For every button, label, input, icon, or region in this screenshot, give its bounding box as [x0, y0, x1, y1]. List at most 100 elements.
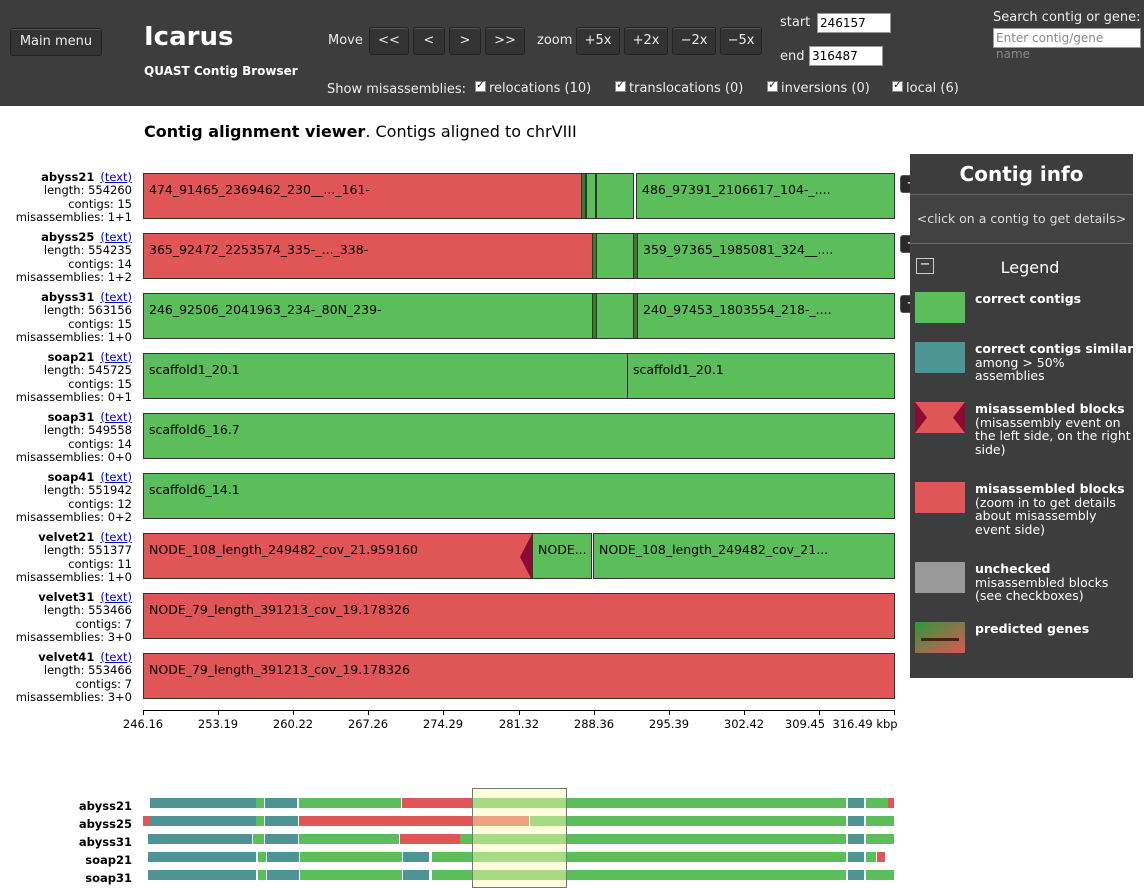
assembly-contigs: contigs: 14: [68, 436, 132, 451]
move-far-right-button[interactable]: >>: [485, 27, 525, 55]
text-link[interactable]: (text): [100, 470, 132, 484]
assembly-contigs: contigs: 15: [68, 316, 132, 331]
viewer-title-bold: Contig alignment viewer: [144, 122, 366, 141]
legend-item-desc: misassembled blocks (see checkboxes): [975, 574, 1109, 603]
search-input[interactable]: Enter contig/gene name: [993, 28, 1141, 61]
zoom-label: zoom: [537, 33, 573, 48]
axis-tick-label: 267.26: [347, 717, 389, 731]
axis-tick-label: 316.49 kbp: [832, 717, 898, 731]
contig-track: 365_92472_2253574_335-_..._338- 359_9736…: [143, 233, 895, 279]
assembly-length: length: 549558: [43, 423, 132, 438]
overview-row-label: soap21: [85, 853, 132, 867]
legend-item-label: predicted genes: [975, 621, 1090, 636]
contig-block[interactable]: NODE...: [532, 533, 592, 579]
zoom-out-5x-button[interactable]: −5x: [720, 27, 762, 55]
contig-track: NODE_108_length_249482_cov_21.959160 NOD…: [143, 533, 895, 579]
contig-block[interactable]: scaffold1_20.1: [143, 353, 628, 399]
contig-block[interactable]: 474_91465_2369462_230__..._161-: [143, 173, 583, 219]
contig-block[interactable]: [596, 173, 634, 219]
unchecked-swatch-icon: [915, 562, 965, 593]
viewer-title: Contig alignment viewer. Contigs aligned…: [144, 122, 577, 141]
predicted-genes-swatch-icon: [915, 622, 965, 653]
assembly-length: length: 554260: [43, 183, 132, 198]
text-link[interactable]: (text): [100, 170, 132, 184]
axis-tick: [293, 710, 294, 715]
contig-block[interactable]: [596, 233, 634, 279]
text-link[interactable]: (text): [100, 650, 132, 664]
assembly-name: velvet31: [38, 590, 95, 604]
contig-track: 246_92506_2041963_234-_80N_239- 240_9745…: [143, 293, 895, 339]
contig-block[interactable]: 486_97391_2106617_104-_....: [636, 173, 895, 219]
zoom-out-2x-button[interactable]: −2x: [672, 27, 716, 55]
checkbox-icon[interactable]: [615, 78, 626, 92]
text-link[interactable]: (text): [100, 350, 132, 364]
axis-tick-label: 295.39: [648, 717, 690, 731]
contig-block[interactable]: NODE_108_length_249482_cov_21.959160: [143, 533, 533, 579]
text-link[interactable]: (text): [100, 590, 132, 604]
move-left-button[interactable]: <: [413, 27, 445, 55]
axis-tick-label: 274.29: [422, 717, 464, 731]
contig-block[interactable]: [596, 293, 634, 339]
contig-block[interactable]: NODE_79_length_391213_cov_19.178326: [143, 653, 895, 699]
axis-tick-label: 309.45: [784, 717, 826, 731]
assembly-label: abyss21 (text) length: 554260 contigs: 15…: [0, 170, 132, 224]
axis-tick-label: 288.36: [573, 717, 615, 731]
overview-viewport-selector[interactable]: [472, 788, 567, 888]
overview-row-label: abyss25: [78, 817, 132, 831]
text-link[interactable]: (text): [100, 230, 132, 244]
zoom-in-2x-button[interactable]: +2x: [624, 27, 668, 55]
text-link[interactable]: (text): [100, 530, 132, 544]
contig-block[interactable]: 240_97453_1803554_218-_....: [637, 293, 895, 339]
axis-tick-label: 246.16: [122, 717, 164, 731]
checkbox-icon[interactable]: [892, 78, 903, 92]
assembly-misassemblies: misassemblies: 1+0: [15, 329, 132, 344]
checkbox-icon[interactable]: [767, 78, 778, 92]
assembly-length: length: 553466: [43, 603, 132, 618]
assembly-misassemblies: misassemblies: 1+2: [15, 269, 132, 284]
overview-minimap[interactable]: abyss21 abyss25 abyss31 soap21 soap31: [0, 786, 1144, 888]
contig-block[interactable]: [586, 173, 596, 219]
contig-block[interactable]: scaffold6_14.1: [143, 473, 895, 519]
contig-block[interactable]: NODE_108_length_249482_cov_21...: [593, 533, 895, 579]
show-misassemblies-label: Show misassemblies:: [327, 82, 467, 97]
legend-collapse-button[interactable]: −: [916, 258, 934, 274]
local-checkbox[interactable]: local (6): [892, 78, 959, 96]
move-far-left-button[interactable]: <<: [369, 27, 409, 55]
assembly-label: soap41 (text) length: 551942 contigs: 12 …: [0, 470, 132, 524]
translocations-checkbox[interactable]: translocations (0): [615, 78, 743, 96]
main-menu-button[interactable]: Main menu: [10, 28, 102, 56]
contig-block[interactable]: 246_92506_2041963_234-_80N_239-: [143, 293, 594, 339]
assembly-label: soap21 (text) length: 545725 contigs: 15 …: [0, 350, 132, 404]
position-axis: 246.16 253.19 260.22 267.26 274.29 281.3…: [123, 710, 898, 734]
assembly-misassemblies: misassemblies: 1+1: [15, 209, 132, 224]
inversions-checkbox[interactable]: inversions (0): [767, 78, 870, 96]
assembly-label: abyss25 (text) length: 554235 contigs: 14…: [0, 230, 132, 284]
axis-tick: [443, 710, 444, 715]
text-link[interactable]: (text): [100, 410, 132, 424]
checkbox-label: relocations (10): [489, 81, 592, 96]
relocations-checkbox[interactable]: relocations (10): [475, 78, 592, 96]
assembly-contigs: contigs: 15: [68, 376, 132, 391]
text-link[interactable]: (text): [100, 290, 132, 304]
move-right-button[interactable]: >: [449, 27, 481, 55]
checkbox-icon[interactable]: [475, 78, 486, 92]
contig-block[interactable]: 359_97365_1985081_324__....: [637, 233, 895, 279]
assembly-label: velvet21 (text) length: 551377 contigs: 1…: [0, 530, 132, 584]
end-input[interactable]: 316487: [809, 46, 883, 66]
search-label: Search contig or gene:: [993, 10, 1141, 25]
assembly-misassemblies: misassemblies: 0+0: [15, 449, 132, 464]
start-input[interactable]: 246157: [817, 13, 891, 33]
contig-block[interactable]: NODE_79_length_391213_cov_19.178326: [143, 593, 895, 639]
assembly-contigs: contigs: 15: [68, 196, 132, 211]
contig-block[interactable]: scaffold1_20.1: [627, 353, 895, 399]
contig-block[interactable]: scaffold6_16.7: [143, 413, 895, 459]
assembly-label: abyss31 (text) length: 563156 contigs: 15…: [0, 290, 132, 344]
checkbox-label: local (6): [906, 81, 959, 96]
assembly-name: abyss25: [41, 230, 95, 244]
start-label: start: [780, 15, 811, 30]
assembly-length: length: 551377: [43, 543, 132, 558]
contig-block[interactable]: 365_92472_2253574_335-_..._338-: [143, 233, 593, 279]
zoom-in-5x-button[interactable]: +5x: [576, 27, 620, 55]
legend-item-desc: (zoom in to get details about misassembl…: [975, 494, 1116, 537]
app-title: Icarus: [144, 22, 234, 52]
